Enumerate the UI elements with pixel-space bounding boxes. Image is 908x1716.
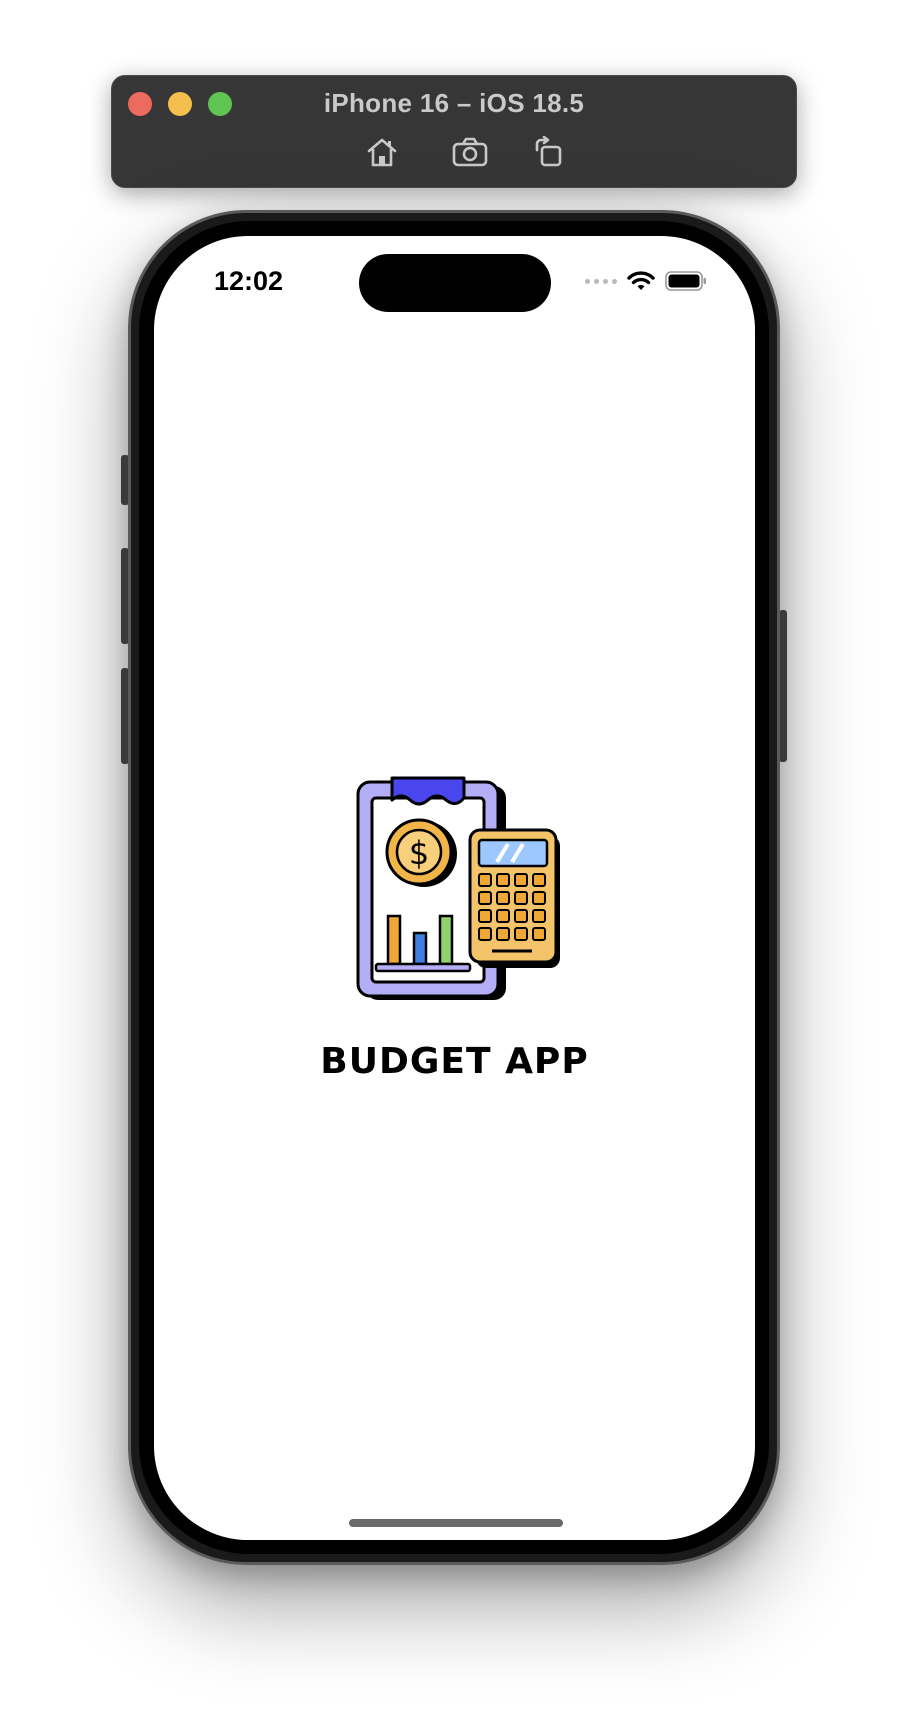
- status-time: 12:02: [214, 266, 284, 296]
- app-title: BUDGET APP: [320, 1041, 589, 1082]
- power-button[interactable]: [779, 610, 787, 762]
- simulator-toolbar: iPhone 16 – iOS 18.5: [111, 75, 797, 188]
- home-indicator[interactable]: [349, 1519, 563, 1527]
- dynamic-island: [359, 254, 551, 312]
- budget-clipboard-calculator-icon: $: [356, 776, 560, 1000]
- status-icons: [585, 270, 707, 292]
- rotate-button[interactable]: [529, 134, 569, 170]
- simulator-stage: iPhone 16 – iOS 18.5 12:02 $ BUDGET APP: [0, 0, 908, 1716]
- rotate-icon: [535, 136, 562, 167]
- screenshot-button[interactable]: [450, 134, 490, 170]
- wifi-icon: [627, 271, 655, 290]
- phone-screen[interactable]: 12:02 $ BUDGET APP: [154, 236, 755, 1540]
- home-button[interactable]: [362, 134, 402, 170]
- svg-text:$: $: [409, 834, 429, 872]
- camera-icon: [452, 137, 488, 167]
- simulator-title: iPhone 16 – iOS 18.5: [323, 88, 585, 118]
- battery-icon: [665, 271, 706, 291]
- home-icon: [367, 138, 397, 167]
- signal-dots-icon: [585, 278, 617, 284]
